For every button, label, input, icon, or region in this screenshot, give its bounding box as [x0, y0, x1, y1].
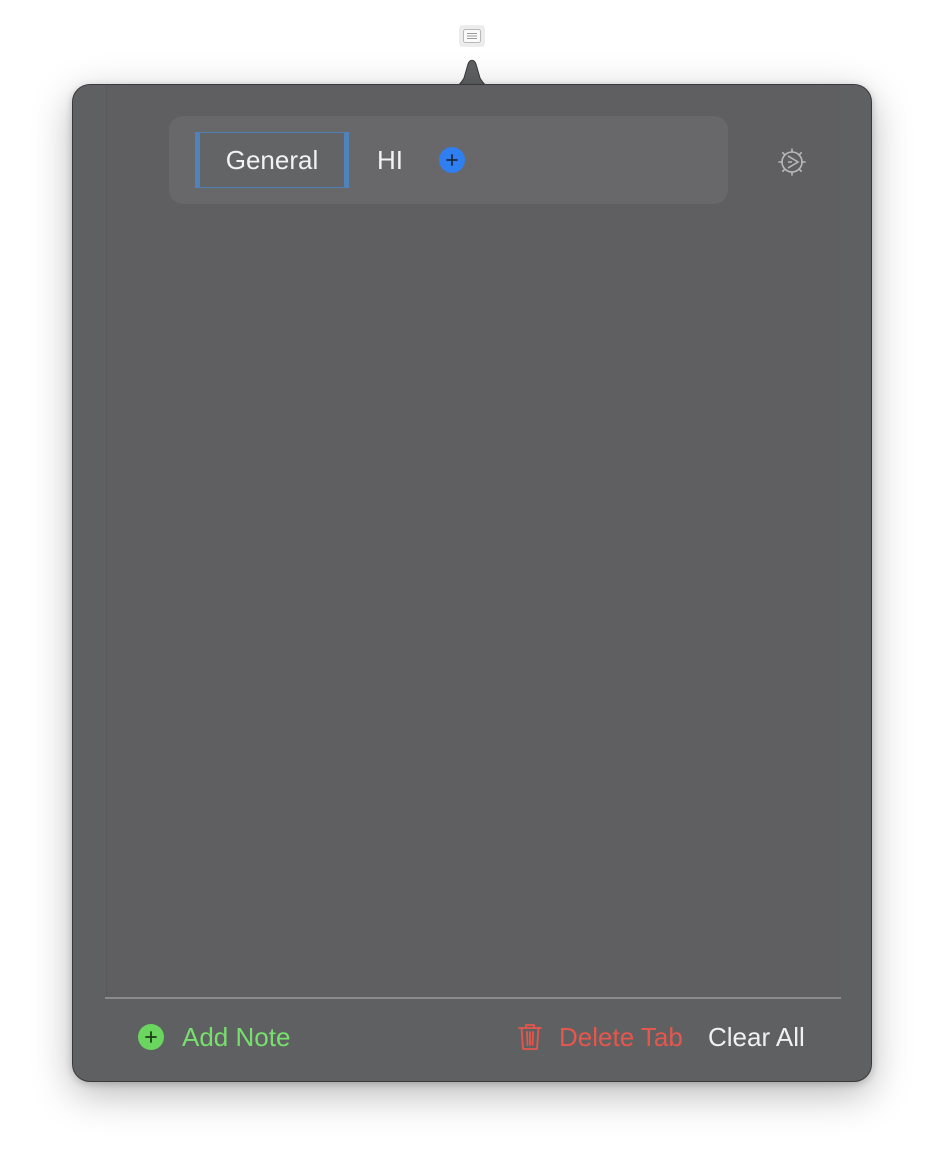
notes-list-icon[interactable]	[459, 25, 485, 47]
tab-label: General	[225, 144, 319, 175]
plus-circle-icon	[138, 1024, 164, 1050]
notes-content-area[interactable]	[106, 85, 840, 997]
notes-list-glyph	[463, 29, 481, 43]
tab-general[interactable]: General	[195, 132, 349, 188]
trash-icon	[518, 1024, 542, 1050]
tab-hi[interactable]: HI	[365, 132, 415, 188]
delete-tab-label: Delete Tab	[559, 1021, 683, 1052]
clear-all-label: Clear All	[708, 1021, 805, 1052]
add-tab-button[interactable]	[439, 147, 465, 173]
add-note-button[interactable]: Add Note	[138, 1021, 290, 1053]
footer-divider	[105, 997, 841, 999]
add-note-label: Add Note	[182, 1021, 291, 1052]
tab-label: HI	[377, 144, 403, 175]
clear-all-button[interactable]: Clear All	[708, 1021, 805, 1053]
delete-tab-button[interactable]: Delete Tab	[517, 1021, 683, 1053]
plus-icon	[446, 154, 458, 166]
notes-popover: General HI Add Note Delete Tab Clear All	[72, 84, 872, 1082]
gear-icon[interactable]	[776, 146, 808, 178]
tab-bar: General HI	[169, 116, 728, 204]
